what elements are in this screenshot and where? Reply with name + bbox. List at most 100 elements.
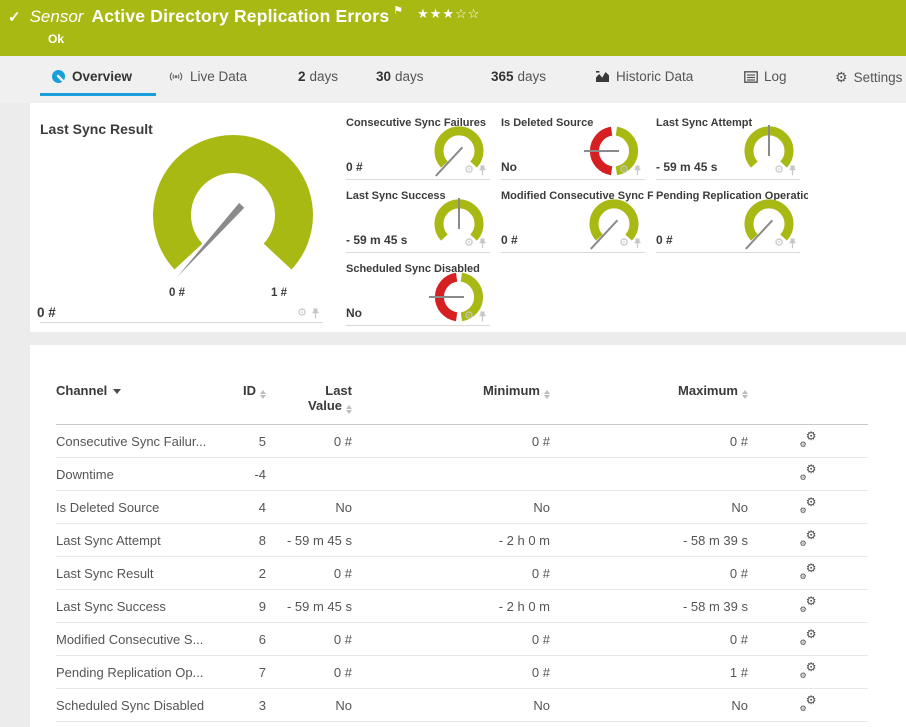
tab-icon (168, 69, 184, 84)
channel-maximum: 0 # (729, 433, 748, 449)
tab-live-data[interactable]: Live Data (168, 69, 247, 93)
sort-caret-icon (113, 389, 122, 394)
pin-icon[interactable] (633, 165, 642, 176)
sort-arrows-icon (742, 390, 748, 399)
channel-settings-icon[interactable]: ⚙ ⚙ (800, 594, 817, 614)
table-row[interactable]: Last Sync Success 9 - 59 m 45 s - 2 h 0 … (56, 590, 868, 623)
channel-settings-icon[interactable]: ⚙ ⚙ (800, 462, 817, 482)
channel-maximum: No (731, 499, 748, 515)
column-label: Channel (56, 383, 108, 398)
column-label: Maximum (678, 383, 738, 398)
sort-arrows-icon (346, 405, 352, 414)
tab-number: 30 (376, 69, 392, 84)
tab-icon (595, 70, 610, 83)
priority-stars[interactable]: ★★★☆☆ (417, 6, 480, 22)
channel-settings-icon[interactable]: ⚙ ⚙ (800, 495, 817, 515)
channel-name[interactable]: Consecutive Sync Failur... (56, 425, 208, 458)
mini-gauge-cell[interactable]: Scheduled Sync Disabled No ⚙ (346, 261, 490, 326)
mini-gauge-cell[interactable]: Is Deleted Source No ⚙ (501, 115, 645, 180)
mini-gauge-value: No (346, 306, 362, 320)
mini-gauge-cell[interactable]: Pending Replication Operatio... 0 # ⚙ (656, 188, 808, 253)
priority-flag-icon[interactable]: ⚑ (393, 4, 403, 17)
column-header-last-value[interactable]: Last Value (266, 383, 352, 425)
table-row[interactable]: Is Deleted Source 4 No No No ⚙ ⚙ (56, 491, 868, 524)
tab-days[interactable]: 365 days (491, 69, 546, 93)
channel-settings-icon[interactable]: ⚙ ⚙ (800, 561, 817, 581)
channel-settings-icon[interactable]: ⚙ ⚙ (800, 429, 817, 449)
mini-gauge-grid: Consecutive Sync Failures 0 # ⚙ Is Delet… (346, 115, 902, 326)
gear-icon[interactable]: ⚙ (464, 238, 474, 249)
channel-name[interactable]: Last Sync Success (56, 590, 208, 623)
channel-id: 7 (258, 664, 266, 680)
channel-name[interactable]: Is Deleted Source (56, 491, 208, 524)
channel-name[interactable]: Downtime (56, 458, 208, 491)
tab-number: 2 (298, 69, 306, 84)
pin-icon[interactable] (478, 165, 487, 176)
mini-gauge-cell[interactable]: Modified Consecutive Sync F... 0 # ⚙ (501, 188, 653, 253)
tab-settings[interactable]: ⚙ Settings (835, 69, 902, 95)
tab-historic-data[interactable]: Historic Data (595, 69, 693, 93)
channel-id: -4 (254, 466, 266, 482)
table-row[interactable]: Downtime -4 ⚙ ⚙ (56, 458, 868, 491)
channel-name[interactable]: Scheduled Sync Disabled (56, 689, 208, 722)
channel-id: 8 (258, 532, 266, 548)
mini-gauge-value: 0 # (656, 233, 673, 247)
gear-icon[interactable]: ⚙ (619, 238, 629, 249)
table-row[interactable]: Scheduled Sync Disabled 3 No No No ⚙ ⚙ (56, 689, 868, 722)
table-row[interactable]: Last Sync Attempt 8 - 59 m 45 s - 2 h 0 … (56, 524, 868, 557)
tab-label: Overview (72, 69, 133, 84)
column-header-maximum[interactable]: Maximum (550, 383, 748, 425)
gear-icon[interactable]: ⚙ (464, 165, 474, 176)
mini-gauge-cell[interactable]: Last Sync Attempt - 59 m 45 s ⚙ (656, 115, 800, 180)
channel-settings-icon[interactable]: ⚙ ⚙ (800, 627, 817, 647)
tab-icon (51, 69, 66, 84)
pin-icon[interactable] (478, 311, 487, 322)
channel-maximum: 0 # (729, 565, 748, 581)
gear-icon[interactable]: ⚙ (464, 311, 474, 322)
tab-days[interactable]: 2 days (298, 69, 338, 93)
tab-log[interactable]: Log (744, 69, 787, 93)
gauges-card: Last Sync Result 0 # 1 # 0 # ⚙ Consecuti… (30, 103, 906, 332)
tab-label: days (309, 69, 339, 84)
column-header-actions (748, 383, 868, 425)
pin-icon[interactable] (788, 165, 797, 176)
main-gauge-cell[interactable]: Last Sync Result 0 # 1 # 0 # ⚙ (37, 117, 323, 323)
column-header-minimum[interactable]: Minimum (352, 383, 550, 425)
channel-settings-icon[interactable]: ⚙ ⚙ (800, 660, 817, 680)
table-row[interactable]: Consecutive Sync Failur... 5 0 # 0 # 0 #… (56, 425, 868, 458)
channel-name[interactable]: Last Sync Attempt (56, 524, 208, 557)
column-header-id[interactable]: ID (208, 383, 266, 425)
gear-icon[interactable]: ⚙ (774, 165, 784, 176)
tab-label: Historic Data (616, 69, 694, 84)
pin-icon[interactable] (478, 238, 487, 249)
pin-icon[interactable] (311, 308, 320, 319)
mini-gauge-value: No (501, 160, 517, 174)
channel-id: 3 (258, 697, 266, 713)
channel-name[interactable]: Modified Consecutive S... (56, 623, 208, 656)
mini-gauge-cell[interactable]: Consecutive Sync Failures 0 # ⚙ (346, 115, 490, 180)
table-header-row: Channel ID Last Value Minimum Maximum (56, 383, 868, 425)
channel-id: 5 (258, 433, 266, 449)
pin-icon[interactable] (633, 238, 642, 249)
mini-gauge-value: - 59 m 45 s (656, 160, 718, 174)
tab-label: days (517, 69, 547, 84)
tab-overview[interactable]: Overview (40, 69, 157, 96)
table-row[interactable]: Last Sync Result 2 0 # 0 # 0 # ⚙ ⚙ (56, 557, 868, 590)
tab-label: Settings (853, 70, 903, 85)
table-row[interactable]: Pending Replication Op... 7 0 # 0 # 1 # … (56, 656, 868, 689)
column-header-channel[interactable]: Channel (56, 383, 208, 425)
sort-arrows-icon (544, 390, 550, 399)
gear-icon[interactable]: ⚙ (619, 165, 629, 176)
channel-settings-icon[interactable]: ⚙ ⚙ (800, 693, 817, 713)
tab-days[interactable]: 30 days (376, 69, 424, 93)
channel-settings-icon[interactable]: ⚙ ⚙ (800, 528, 817, 548)
channel-name[interactable]: Pending Replication Op... (56, 656, 208, 689)
gear-icon[interactable]: ⚙ (297, 308, 307, 319)
pin-icon[interactable] (788, 238, 797, 249)
table-row[interactable]: Modified Consecutive S... 6 0 # 0 # 0 # … (56, 623, 868, 656)
tab-label: Log (764, 69, 787, 84)
mini-gauge-cell[interactable]: Last Sync Success - 59 m 45 s ⚙ (346, 188, 490, 253)
tab-label: Live Data (190, 69, 248, 84)
channel-name[interactable]: Last Sync Result (56, 557, 208, 590)
gear-icon[interactable]: ⚙ (774, 238, 784, 249)
